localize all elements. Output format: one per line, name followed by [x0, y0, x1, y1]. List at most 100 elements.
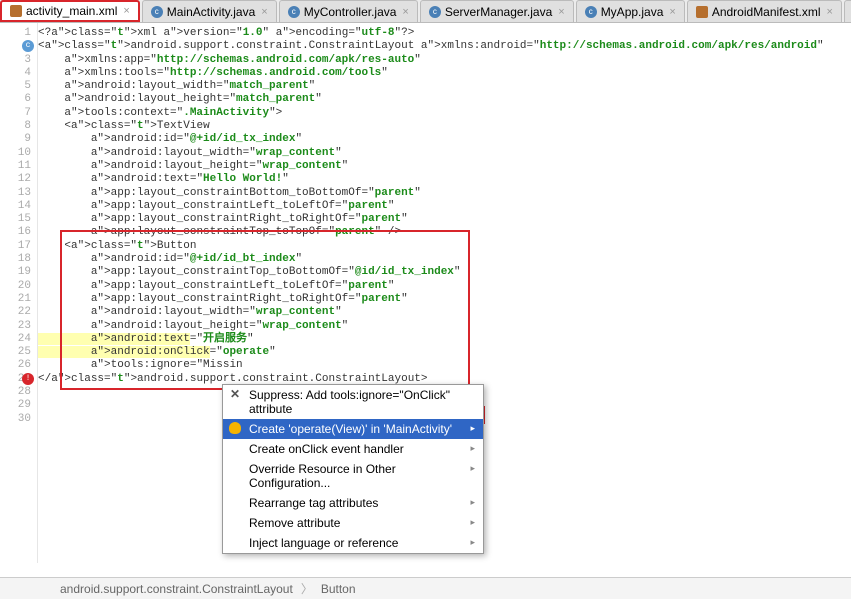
- code-line[interactable]: a">android:layout_height="wrap_content": [38, 320, 851, 333]
- code-line[interactable]: a">app:layout_constraintTop_toBottomOf="…: [38, 266, 851, 279]
- submenu-arrow-icon: ▸: [470, 497, 475, 508]
- context-item-suppress-add-tools-ignore-oncl[interactable]: ✕Suppress: Add tools:ignore="OnClick" at…: [223, 385, 483, 419]
- context-item-override-resource-in-other-con[interactable]: Override Resource in Other Configuration…: [223, 459, 483, 493]
- submenu-arrow-icon: ▸: [470, 517, 475, 528]
- context-item-label: Create onClick event handler: [249, 442, 404, 456]
- bulb-icon: [229, 422, 241, 434]
- code-line[interactable]: <a">class="t">android.support.constraint…: [38, 40, 851, 53]
- code-line[interactable]: a">tools:context=".MainActivity">: [38, 107, 851, 120]
- code-line[interactable]: <?a">class="t">xml a">version="1.0" a">e…: [38, 27, 851, 40]
- code-line[interactable]: a">android:layout_height="match_parent": [38, 93, 851, 106]
- line-number: 10: [0, 147, 31, 160]
- line-number: 15: [0, 213, 31, 226]
- close-icon[interactable]: ×: [261, 6, 267, 18]
- code-line[interactable]: a">android:layout_width="match_parent": [38, 80, 851, 93]
- line-number: 4: [0, 67, 31, 80]
- context-menu: ✕Suppress: Add tools:ignore="OnClick" at…: [222, 384, 484, 554]
- line-number: 5: [0, 80, 31, 93]
- line-number: 26: [0, 359, 31, 372]
- tab-label: MyApp.java: [601, 5, 664, 19]
- submenu-arrow-icon: ▸: [470, 423, 475, 434]
- line-number: 24: [0, 333, 31, 346]
- line-number: 6: [0, 93, 31, 106]
- tab-androidmanifest-xml[interactable]: AndroidManifest.xml ×: [687, 0, 842, 22]
- tab-label: ServerManager.java: [445, 5, 552, 19]
- code-line[interactable]: a">app:layout_constraintLeft_toLeftOf="p…: [38, 280, 851, 293]
- code-line[interactable]: a">app:layout_constraintBottom_toBottomO…: [38, 187, 851, 200]
- context-item-create-operate-view-in-mainact[interactable]: Create 'operate(View)' in 'MainActivity'…: [223, 419, 483, 439]
- code-line[interactable]: a">android:id="@+id/id_tx_index": [38, 133, 851, 146]
- tab-label: MyController.java: [304, 5, 397, 19]
- context-item-label: Inject language or reference: [249, 536, 398, 550]
- context-item-remove-attribute[interactable]: Remove attribute ▸: [223, 513, 483, 533]
- error-gutter-icon[interactable]: !: [22, 373, 34, 385]
- breadcrumb-sep: 〉: [301, 580, 313, 597]
- line-number: 29: [0, 399, 31, 412]
- line-number: 30: [0, 413, 31, 426]
- code-line[interactable]: a">xmlns:tools="http://schemas.android.c…: [38, 67, 851, 80]
- submenu-arrow-icon: ▸: [470, 463, 475, 474]
- java-icon: c: [429, 6, 441, 18]
- close-icon[interactable]: ×: [558, 6, 564, 18]
- tab-servermanager-java[interactable]: c ServerManager.java ×: [420, 0, 574, 22]
- tab-mycontroller-java[interactable]: c MyController.java ×: [279, 0, 418, 22]
- context-item-inject-language-or-reference[interactable]: Inject language or reference ▸: [223, 533, 483, 553]
- tab-strip: activity_main.xml×cMainActivity.java×cMy…: [0, 0, 851, 23]
- breadcrumb-item[interactable]: android.support.constraint.ConstraintLay…: [60, 582, 293, 596]
- tab-label: activity_main.xml: [26, 4, 117, 18]
- context-item-create-onclick-event-handler[interactable]: Create onClick event handler▸: [223, 439, 483, 459]
- code-line[interactable]: a">android:id="@+id/id_bt_index": [38, 253, 851, 266]
- code-line[interactable]: a">app:layout_constraintLeft_toLeftOf="p…: [38, 200, 851, 213]
- gutter: 1234567891011121314151617181920212223242…: [0, 23, 38, 563]
- line-number: 11: [0, 160, 31, 173]
- code-line[interactable]: a">android:onClick="operate": [38, 346, 851, 359]
- line-number: 16: [0, 226, 31, 239]
- code-line[interactable]: a">xmlns:app="http://schemas.android.com…: [38, 54, 851, 67]
- line-number: 25: [0, 346, 31, 359]
- close-icon[interactable]: ×: [827, 6, 833, 18]
- tab-mainactivity-java[interactable]: cMainActivity.java×: [142, 0, 277, 22]
- code-line[interactable]: a">app:layout_constraintTop_toTopOf="par…: [38, 226, 851, 239]
- line-number: 14: [0, 200, 31, 213]
- breadcrumb-item[interactable]: Button: [321, 582, 356, 596]
- line-number: 17: [0, 240, 31, 253]
- submenu-arrow-icon: ▸: [470, 537, 475, 548]
- java-icon: c: [288, 6, 300, 18]
- context-item-label: Remove attribute: [249, 516, 340, 530]
- context-item-label: Rearrange tag attributes: [249, 496, 378, 510]
- code-line[interactable]: a">android:text="Hello World!": [38, 173, 851, 186]
- line-number: 1: [0, 27, 31, 40]
- tab-myapp-java[interactable]: c MyApp.java ×: [576, 0, 685, 22]
- code-line[interactable]: a">android:text="开启服务": [38, 333, 851, 346]
- tab-app[interactable]: app×: [844, 0, 851, 22]
- tab-activity_main-xml[interactable]: activity_main.xml ×: [0, 0, 140, 22]
- line-number: 18: [0, 253, 31, 266]
- code-line[interactable]: <a">class="t">TextView: [38, 120, 851, 133]
- line-number: 3: [0, 54, 31, 67]
- line-number: 23: [0, 320, 31, 333]
- line-number: 7: [0, 107, 31, 120]
- code-line[interactable]: a">tools:ignore="Missin: [38, 359, 851, 372]
- code-line[interactable]: a">app:layout_constraintRight_toRightOf=…: [38, 213, 851, 226]
- line-number: 21: [0, 293, 31, 306]
- line-number: 12: [0, 173, 31, 186]
- context-item-label: Create 'operate(View)' in 'MainActivity': [249, 422, 452, 436]
- close-icon[interactable]: ×: [123, 5, 129, 17]
- class-gutter-icon[interactable]: c: [22, 40, 34, 52]
- close-icon[interactable]: ×: [669, 6, 675, 18]
- xml-icon: [696, 6, 708, 18]
- code-line[interactable]: a">app:layout_constraintRight_toRightOf=…: [38, 293, 851, 306]
- context-item-rearrange-tag-attributes[interactable]: Rearrange tag attributes ▸: [223, 493, 483, 513]
- close-icon[interactable]: ×: [402, 6, 408, 18]
- line-number: 22: [0, 306, 31, 319]
- java-icon: c: [585, 6, 597, 18]
- tab-label: AndroidManifest.xml: [712, 5, 821, 19]
- code-line[interactable]: a">android:layout_width="wrap_content": [38, 306, 851, 319]
- code-line[interactable]: a">android:layout_height="wrap_content": [38, 160, 851, 173]
- code-line[interactable]: <a">class="t">Button: [38, 240, 851, 253]
- line-number: 28: [0, 386, 31, 399]
- line-number: 8: [0, 120, 31, 133]
- xml-icon: [10, 5, 22, 17]
- line-number: 9: [0, 133, 31, 146]
- code-line[interactable]: a">android:layout_width="wrap_content": [38, 147, 851, 160]
